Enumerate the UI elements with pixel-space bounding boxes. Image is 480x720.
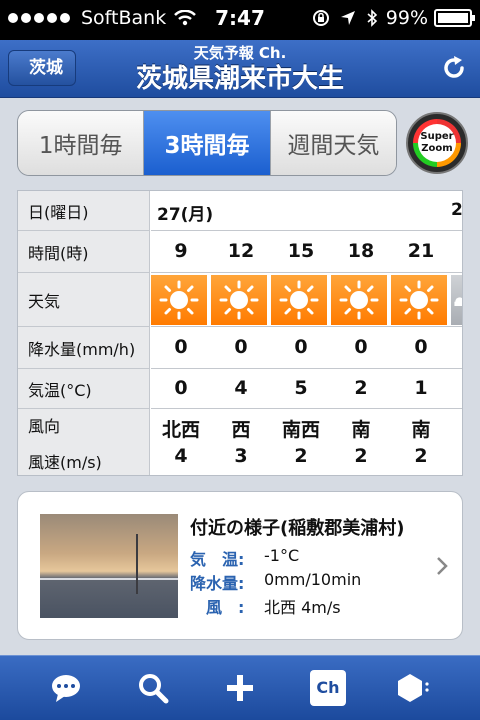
nearby-wind-label: 風 :	[206, 598, 245, 617]
weather-cell	[211, 275, 269, 325]
temp-cell: 5	[294, 377, 308, 399]
time-cell: 9	[174, 240, 188, 262]
nearby-temp-label: 気 温:	[190, 550, 245, 569]
row-header-wind-speed: 風速(m/s)	[28, 453, 102, 472]
photo-horizon	[40, 578, 178, 580]
location-icon	[340, 11, 355, 25]
time-cell: 21	[407, 240, 435, 262]
temp-cell: 4	[234, 377, 248, 399]
wind-speed-cell: 2	[294, 445, 308, 467]
battery-icon	[434, 9, 475, 27]
wind-speed-cell: 2	[354, 445, 368, 467]
weather-row	[151, 273, 462, 327]
date-row: 27(月) 28	[151, 191, 463, 231]
segment-1-hour[interactable]: 1時間毎	[18, 111, 145, 175]
segment-weekly[interactable]: 週間天気	[270, 111, 396, 175]
super-zoom-button[interactable]: Super Zoom	[406, 112, 468, 174]
precip-cell: 0	[174, 336, 188, 358]
row-header-wind-dir: 風向	[28, 417, 61, 436]
refresh-icon[interactable]	[440, 54, 468, 82]
bluetooth-icon	[367, 9, 377, 27]
nearby-temp-value: -1°C	[264, 546, 300, 565]
segment-3-hour[interactable]: 3時間毎	[144, 111, 271, 175]
time-cell: 12	[227, 240, 255, 262]
wind-speed-cell: 2	[414, 445, 428, 467]
time-cell: 18	[347, 240, 375, 262]
weather-cell	[151, 275, 209, 325]
interval-segmented-control: 1時間毎 3時間毎 週間天気	[17, 110, 397, 176]
row-header-precip: 降水量(mm/h)	[18, 327, 150, 369]
status-bar: SoftBank 7:47 99%	[0, 0, 480, 40]
weather-cell	[271, 275, 329, 325]
zoom-label: Super Zoom	[418, 124, 456, 162]
wind-speed-cell: 4	[174, 445, 188, 467]
sun-icon	[279, 280, 319, 320]
precip-cell: 0	[234, 336, 248, 358]
wind-dir-cell: 西	[231, 419, 251, 441]
precip-cell: 0	[294, 336, 308, 358]
precip-row: 0 0 0 0 0	[151, 327, 462, 369]
page-title: 茨城県潮来市大生	[135, 64, 344, 94]
nearby-wind-value: 北西 4m/s	[264, 598, 341, 617]
weather-cell	[391, 275, 449, 325]
sun-icon	[159, 280, 199, 320]
row-header-weather: 天気	[18, 273, 150, 327]
precip-cell: 0	[354, 336, 368, 358]
precip-cell: 0	[414, 336, 428, 358]
tab-bar: Ch	[0, 655, 480, 720]
nearby-conditions-card[interactable]: 付近の様子(稲敷郡美浦村) 気 温: -1°C 降水量: 0mm/10min 風…	[17, 491, 463, 640]
wind-row: 北西 西 南西 南 南 4 3 2 2 2	[151, 409, 462, 475]
nearby-precip-value: 0mm/10min	[264, 570, 362, 589]
sun-icon	[219, 280, 259, 320]
zoom-label-line2: Zoom	[421, 143, 453, 154]
search-icon[interactable]	[135, 670, 171, 706]
chevron-right-icon	[437, 557, 448, 575]
wind-dir-cell: 南西	[281, 419, 320, 441]
temp-cell: 1	[414, 377, 428, 399]
row-header-temp: 気温(°C)	[18, 369, 150, 409]
settings-icon[interactable]	[396, 670, 432, 706]
wind-dir-cell: 南	[411, 419, 431, 441]
time-cell: 15	[287, 240, 315, 262]
battery-fill	[438, 13, 468, 23]
next-date-label: 28	[451, 200, 463, 220]
wind-dir-cell: 北西	[161, 419, 200, 441]
date-label: 27(月)	[157, 205, 214, 225]
sun-icon	[399, 280, 439, 320]
cloud-icon	[454, 297, 462, 306]
zoom-label-line1: Super	[420, 131, 454, 142]
time-row: 9 12 15 18 21	[151, 231, 462, 273]
weather-cell	[331, 275, 389, 325]
battery-percent: 99%	[385, 7, 428, 29]
live-camera-photo	[40, 514, 178, 618]
weather-cell-partial	[451, 275, 462, 325]
chat-icon[interactable]	[48, 670, 84, 706]
rotation-lock-icon	[312, 10, 329, 26]
row-header-time: 時間(時)	[18, 231, 150, 273]
temp-cell: 2	[354, 377, 368, 399]
sun-icon	[339, 280, 379, 320]
channel-label: Ch	[316, 678, 340, 697]
row-header-wind: 風向 風速(m/s)	[18, 409, 150, 475]
navigation-bar: 茨城 天気予報 Ch. 茨城県潮来市大生	[0, 40, 480, 98]
wind-speed-cell: 3	[234, 445, 248, 467]
nearby-precip-label: 降水量:	[190, 574, 245, 593]
channel-icon[interactable]: Ch	[310, 670, 346, 706]
forecast-table: 日(曜日) 時間(時) 天気 降水量(mm/h) 気温(°C) 風向 風速(m/…	[17, 190, 463, 476]
plus-icon[interactable]	[222, 670, 258, 706]
photo-pole	[136, 534, 138, 594]
temp-row: 0 4 5 2 1	[151, 369, 462, 409]
row-header-date: 日(曜日)	[18, 191, 150, 231]
temp-cell: 0	[174, 377, 188, 399]
nearby-title: 付近の様子(稲敷郡美浦村)	[190, 518, 405, 539]
wind-dir-cell: 南	[351, 419, 371, 441]
